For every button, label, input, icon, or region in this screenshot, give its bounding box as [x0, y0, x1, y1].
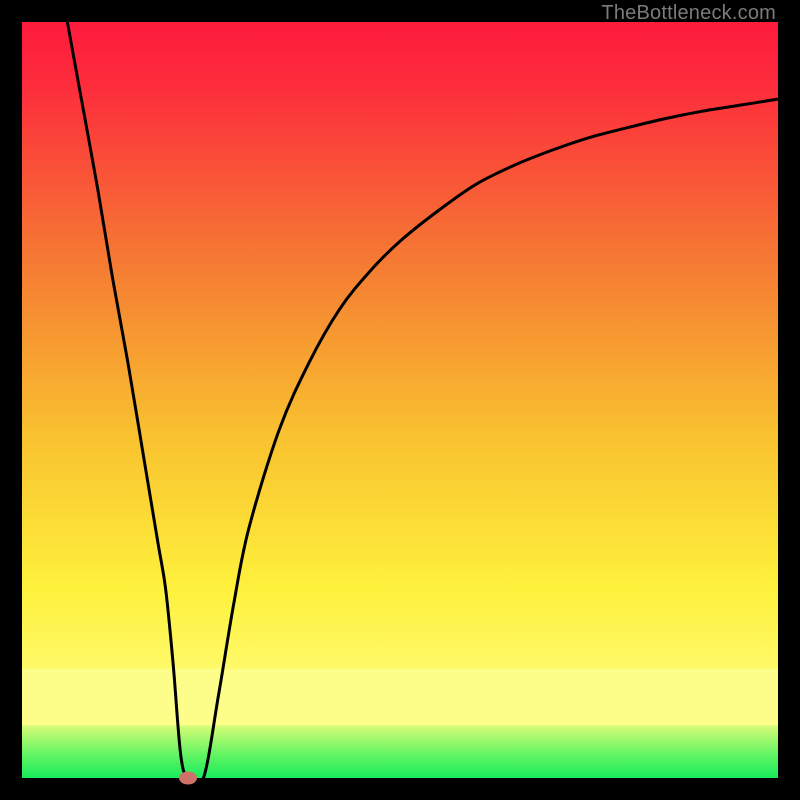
watermark-text: TheBottleneck.com — [601, 2, 776, 25]
chart-frame — [22, 22, 778, 778]
bottleneck-plot — [22, 22, 778, 778]
optimal-point-marker — [179, 772, 197, 785]
